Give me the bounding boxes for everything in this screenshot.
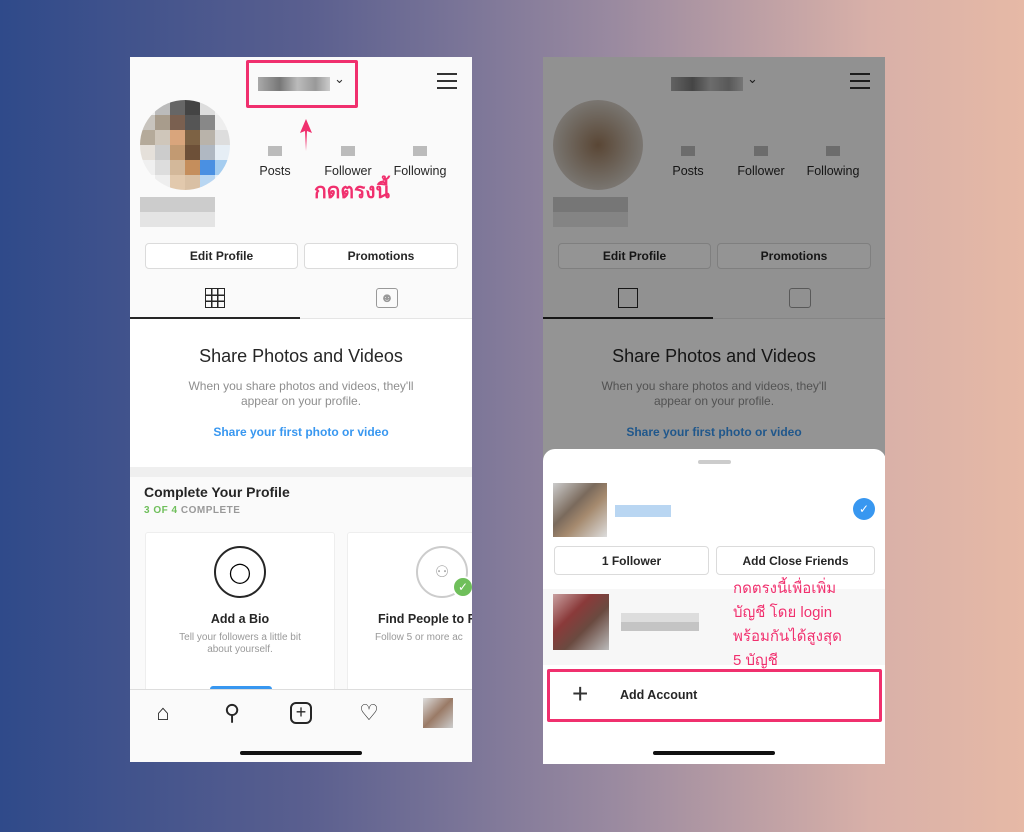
bottom-nav: ⌂ ⚲ + ♡ (130, 689, 472, 762)
grid-icon[interactable] (205, 288, 225, 308)
annotation-line: พร้อมกันได้สูงสุด (733, 628, 842, 645)
new-post-icon[interactable]: + (286, 698, 316, 728)
check-icon: ✓ (853, 498, 875, 520)
share-first-photo-link[interactable]: Share your first photo or video (130, 425, 472, 439)
complete-progress: 3 OF 4 COMPLETE (144, 505, 240, 516)
menu-icon[interactable] (437, 73, 457, 89)
account-switcher-sheet: ✓ 1 Follower Add Close Friends กดตรงนี้เ… (543, 449, 885, 764)
divider (130, 467, 472, 477)
account-name-blurred[interactable] (615, 505, 671, 517)
add-account-button[interactable]: + Add Account (547, 669, 882, 722)
tagged-icon[interactable]: ☻ (376, 288, 398, 308)
annotation-line: บัญชี โดย login (733, 604, 833, 621)
profile-avatar-tab[interactable] (423, 698, 453, 728)
card-desc: about yourself. (207, 644, 273, 655)
card-title: Add a Bio (210, 612, 270, 626)
check-icon: ✓ (452, 576, 472, 598)
add-close-friends-button[interactable]: Add Close Friends (716, 546, 875, 575)
complete-profile-title: Complete Your Profile (144, 484, 290, 500)
stat-label: Following (393, 164, 447, 178)
complete-count: 3 OF 4 (144, 505, 178, 516)
tap-highlight-box (246, 60, 358, 108)
annotation-tap-here: กดตรงนี้ (314, 180, 390, 203)
people-icon: ⚇ ✓ (416, 546, 472, 598)
card-find-people[interactable]: ⚇ ✓ Find People to F Follow 5 or more ac (347, 532, 472, 692)
account-name-blurred (621, 613, 699, 631)
arrow-up-icon (300, 119, 312, 151)
promotions-button[interactable]: Promotions (304, 243, 458, 269)
annotation-line: กดตรงนี้เพื่อเพิ่ม (733, 580, 837, 597)
stat-followers[interactable]: Follower (308, 146, 388, 178)
home-indicator (240, 751, 362, 755)
add-account-label: Add Account (620, 688, 698, 702)
card-add-bio[interactable]: ◯ Add a Bio Tell your followers a little… (145, 532, 335, 694)
followers-button[interactable]: 1 Follower (554, 546, 709, 575)
sheet-handle[interactable] (698, 460, 731, 464)
phone-profile-screen: ⌄ Posts Follower Following กดตรงนี้ Edit… (130, 57, 472, 762)
empty-title: Share Photos and Videos (199, 346, 403, 366)
edit-profile-button[interactable]: Edit Profile (145, 243, 298, 269)
home-indicator (653, 751, 775, 755)
heart-icon[interactable]: ♡ (354, 698, 384, 728)
phone-account-switcher-screen: ⌄ Posts Follower Following Edit Profile … (543, 57, 885, 764)
stat-count-blurred (268, 146, 282, 156)
stat-following[interactable]: Following (380, 146, 460, 178)
stat-count-blurred (341, 146, 355, 156)
display-name-blurred (140, 197, 215, 227)
complete-word: COMPLETE (180, 505, 241, 516)
card-desc: Tell your followers a little bit (179, 632, 301, 643)
stat-label: Posts (259, 164, 291, 178)
speech-bubble-icon: ◯ (214, 546, 266, 598)
avatar[interactable] (140, 100, 230, 190)
empty-desc: When you share photos and videos, they'l… (188, 379, 414, 408)
account-avatar-other (553, 594, 609, 650)
card-desc: Follow 5 or more ac (375, 632, 463, 643)
stat-count-blurred (413, 146, 427, 156)
card-title: Find People to F (378, 612, 472, 626)
home-icon[interactable]: ⌂ (148, 698, 178, 728)
plus-icon: + (572, 678, 589, 709)
search-icon[interactable]: ⚲ (217, 698, 247, 728)
empty-state: Share Photos and Videos When you share p… (130, 319, 472, 467)
annotation-add-account: กดตรงนี้เพื่อเพิ่ม บัญชี โดย login พร้อม… (733, 577, 842, 673)
profile-tabs: ☻ (130, 283, 472, 319)
account-avatar-current[interactable] (553, 483, 607, 537)
